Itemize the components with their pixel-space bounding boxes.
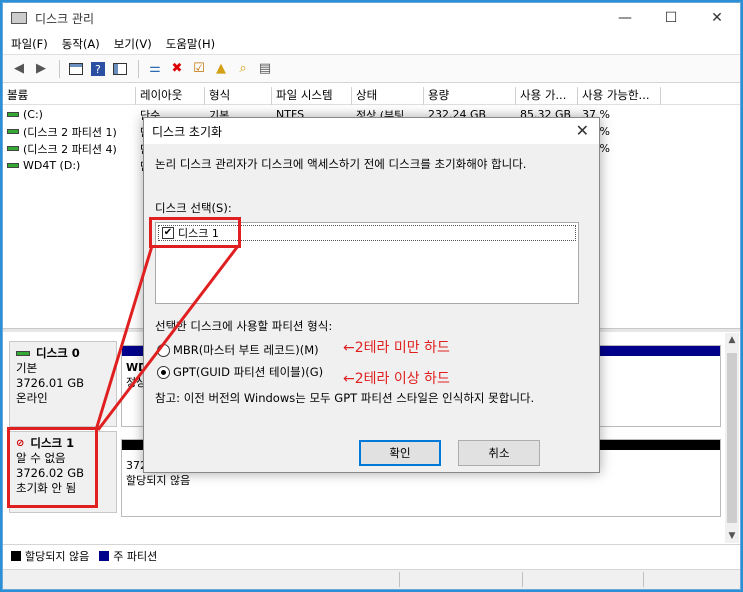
annotation-connector bbox=[94, 245, 240, 431]
